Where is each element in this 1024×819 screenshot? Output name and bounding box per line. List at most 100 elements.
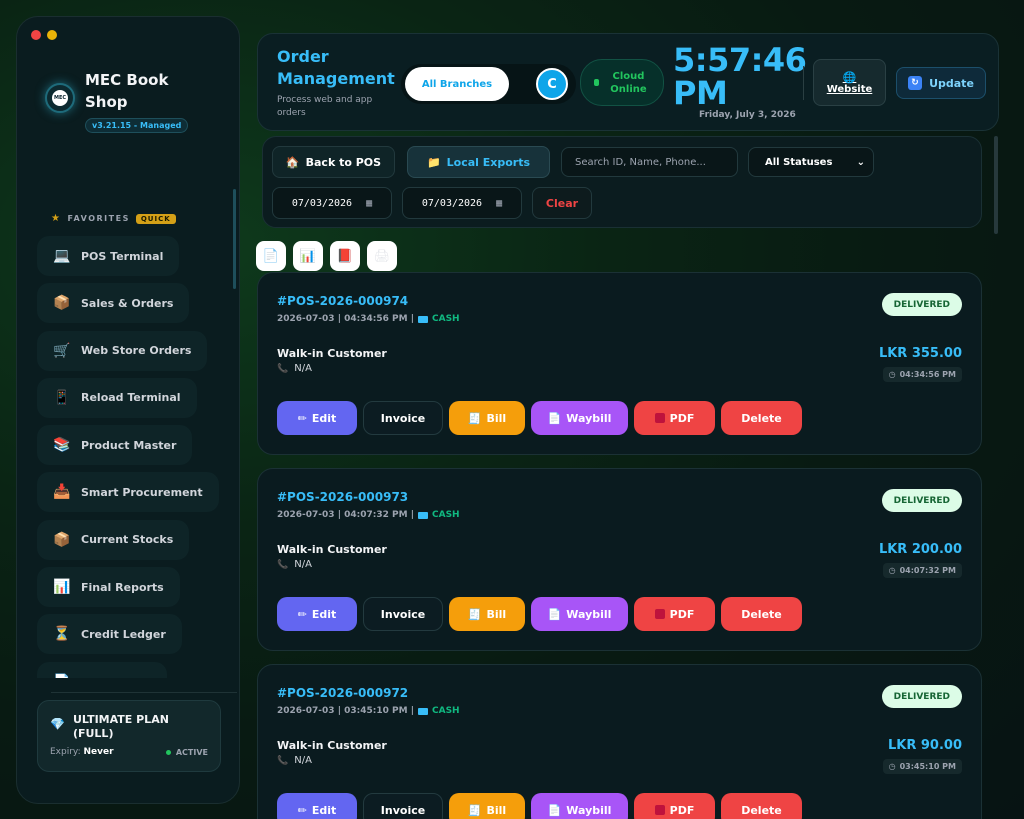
order-id[interactable]: #POS-2026-000972: [277, 686, 408, 700]
invoice-button[interactable]: Invoice: [363, 597, 443, 631]
pdf-label: PDF: [669, 411, 695, 425]
pdf-label: PDF: [669, 803, 695, 817]
bill-button[interactable]: 🧾 Bill: [449, 401, 525, 435]
waybill-button[interactable]: 📄 Waybill: [531, 597, 628, 631]
sidebar-menu: 💻 POS Terminal 📦 Sales & Orders 🛒 Web Store O…: [37, 236, 227, 678]
date-from-value: 07/03/2026: [291, 197, 353, 209]
invoice-button[interactable]: Invoice: [363, 793, 443, 819]
cloud-status-label: Cloud Online: [610, 70, 647, 95]
website-button[interactable]: 🌐 Website: [813, 59, 886, 106]
content-scrollbar[interactable]: [994, 136, 998, 234]
page-title: Order Management: [277, 47, 395, 88]
book-icon[interactable]: 📕: [330, 241, 360, 271]
close-dot[interactable]: [31, 30, 41, 40]
calendar-icon: ▦: [496, 197, 503, 209]
update-label: Update: [929, 76, 974, 90]
waybill-label: Waybill: [566, 607, 612, 621]
package-icon: 📦: [53, 295, 71, 312]
pdf-icon: [654, 609, 665, 619]
chart-icon: 📊: [53, 579, 71, 596]
sidebar-item[interactable]: 🛒 Web Store Orders: [37, 330, 208, 371]
order-datetime: 2026-07-03 | 04:07:32 PM |: [277, 510, 414, 520]
card-icon: [418, 707, 428, 715]
edit-label: Edit: [311, 607, 337, 621]
sidebar-item-label: POS Terminal: [81, 249, 164, 263]
order-time-badge: ◷ 03:45:10 PM: [882, 759, 962, 774]
filter-bar: 🏠 Back to POS 📁 Local Exports Search ID, N…: [262, 136, 982, 228]
sidebar-item-label: Product Master: [81, 438, 177, 452]
quick-badge: QUICK: [135, 213, 176, 224]
waybill-label: Waybill: [566, 803, 612, 817]
phone-icon: 📞: [277, 559, 289, 570]
sidebar-scrollbar[interactable]: [233, 189, 236, 289]
bill-button[interactable]: 🧾 Bill: [449, 793, 525, 819]
cloud-status-icon: [593, 79, 599, 86]
edit-button[interactable]: ✏ Edit: [277, 793, 357, 819]
customer-phone: 📞 N/A: [277, 755, 312, 766]
phone-value: N/A: [294, 559, 312, 570]
clear-button[interactable]: Clear: [532, 187, 592, 219]
order-time: 03:45:10 PM: [899, 762, 956, 771]
payment-method: CASH: [432, 314, 460, 324]
printer-icon[interactable]: 🖨: [367, 241, 397, 271]
order-meta: 2026-07-03 | 03:45:10 PM | CASH: [277, 706, 460, 716]
plan-card: 💎 ULTIMATE PLAN (FULL) Expiry: Never ACTI…: [37, 700, 221, 772]
waybill-button[interactable]: 📄 Waybill: [531, 401, 628, 435]
sidebar-item[interactable]: 📦 Sales & Orders: [37, 283, 190, 324]
status-select[interactable]: All Statuses ⌄: [748, 147, 874, 177]
document-icon: 📄: [547, 411, 562, 425]
version-badge: v3.21.15 - Managed: [85, 118, 189, 133]
pdf-button[interactable]: PDF: [634, 597, 715, 631]
order-id[interactable]: #POS-2026-000974: [277, 294, 408, 308]
minimize-dot[interactable]: [47, 30, 57, 40]
delete-button[interactable]: Delete: [721, 793, 802, 819]
delete-button[interactable]: Delete: [721, 401, 802, 435]
waybill-button[interactable]: 📄 Waybill: [531, 793, 628, 819]
pdf-button[interactable]: PDF: [634, 401, 715, 435]
order-amount: LKR 200.00: [878, 542, 962, 557]
receipt-icon: 🧾: [467, 411, 482, 425]
sidebar-item[interactable]: 📊 Final Reports: [37, 567, 180, 608]
search-input[interactable]: Search ID, Name, Phone...: [561, 147, 738, 177]
order-id[interactable]: #POS-2026-000973: [277, 490, 408, 504]
order-actions: ✏ Edit Invoice 🧾 Bill 📄 Waybill PDF Delete: [277, 597, 802, 631]
edit-button[interactable]: ✏ Edit: [277, 597, 357, 631]
customer-name: Walk-in Customer: [277, 739, 387, 752]
back-to-pos-button[interactable]: 🏠 Back to POS: [272, 146, 395, 178]
sidebar: MEC MEC Book Shop v3.21.15 - Managed ★ F…: [16, 16, 240, 804]
avatar[interactable]: C: [536, 68, 568, 100]
sidebar-item[interactable]: 📄: [37, 661, 167, 678]
sidebar-item-label: Sales & Orders: [81, 296, 174, 310]
document-icon[interactable]: 📄: [256, 241, 286, 271]
local-exports-button[interactable]: 📁 Local Exports: [407, 146, 550, 178]
document-icon: 📄: [547, 607, 562, 621]
pdf-button[interactable]: PDF: [634, 793, 715, 819]
update-button[interactable]: ↻ Update: [896, 67, 986, 99]
sidebar-item-label: Credit Ledger: [81, 627, 166, 641]
date-to-input[interactable]: 07/03/2026 ▦: [402, 187, 522, 219]
folder-icon: 📁: [426, 155, 441, 169]
all-branches-button[interactable]: All Branches: [405, 67, 509, 101]
cloud-status-badge: Cloud Online: [580, 59, 664, 106]
pdf-icon: [654, 805, 665, 815]
sidebar-item-label: Final Reports: [81, 580, 164, 594]
chart-icon[interactable]: 📊: [293, 241, 323, 271]
header: Order Management Process web and app ord…: [257, 33, 999, 131]
sidebar-item[interactable]: 💻 POS Terminal: [37, 236, 180, 276]
invoice-button[interactable]: Invoice: [363, 401, 443, 435]
laptop-icon: 💻: [53, 248, 71, 264]
bill-button[interactable]: 🧾 Bill: [449, 597, 525, 631]
sidebar-item[interactable]: 📦 Current Stocks: [37, 519, 190, 560]
date-from-input[interactable]: 07/03/2026 ▦: [272, 187, 392, 219]
delete-label: Delete: [741, 607, 782, 621]
order-time: 04:07:32 PM: [899, 566, 956, 575]
delete-button[interactable]: Delete: [721, 597, 802, 631]
local-exports-label: Local Exports: [446, 155, 531, 169]
divider: [803, 66, 804, 100]
sidebar-item[interactable]: 📥 Smart Procurement: [37, 472, 219, 513]
sidebar-item[interactable]: ⏳ Credit Ledger: [37, 614, 182, 655]
edit-button[interactable]: ✏ Edit: [277, 401, 357, 435]
sidebar-item[interactable]: 📚 Product Master: [37, 425, 193, 466]
sidebar-item[interactable]: 📱 Reload Terminal: [37, 377, 197, 418]
order-datetime: 2026-07-03 | 03:45:10 PM |: [277, 706, 414, 716]
